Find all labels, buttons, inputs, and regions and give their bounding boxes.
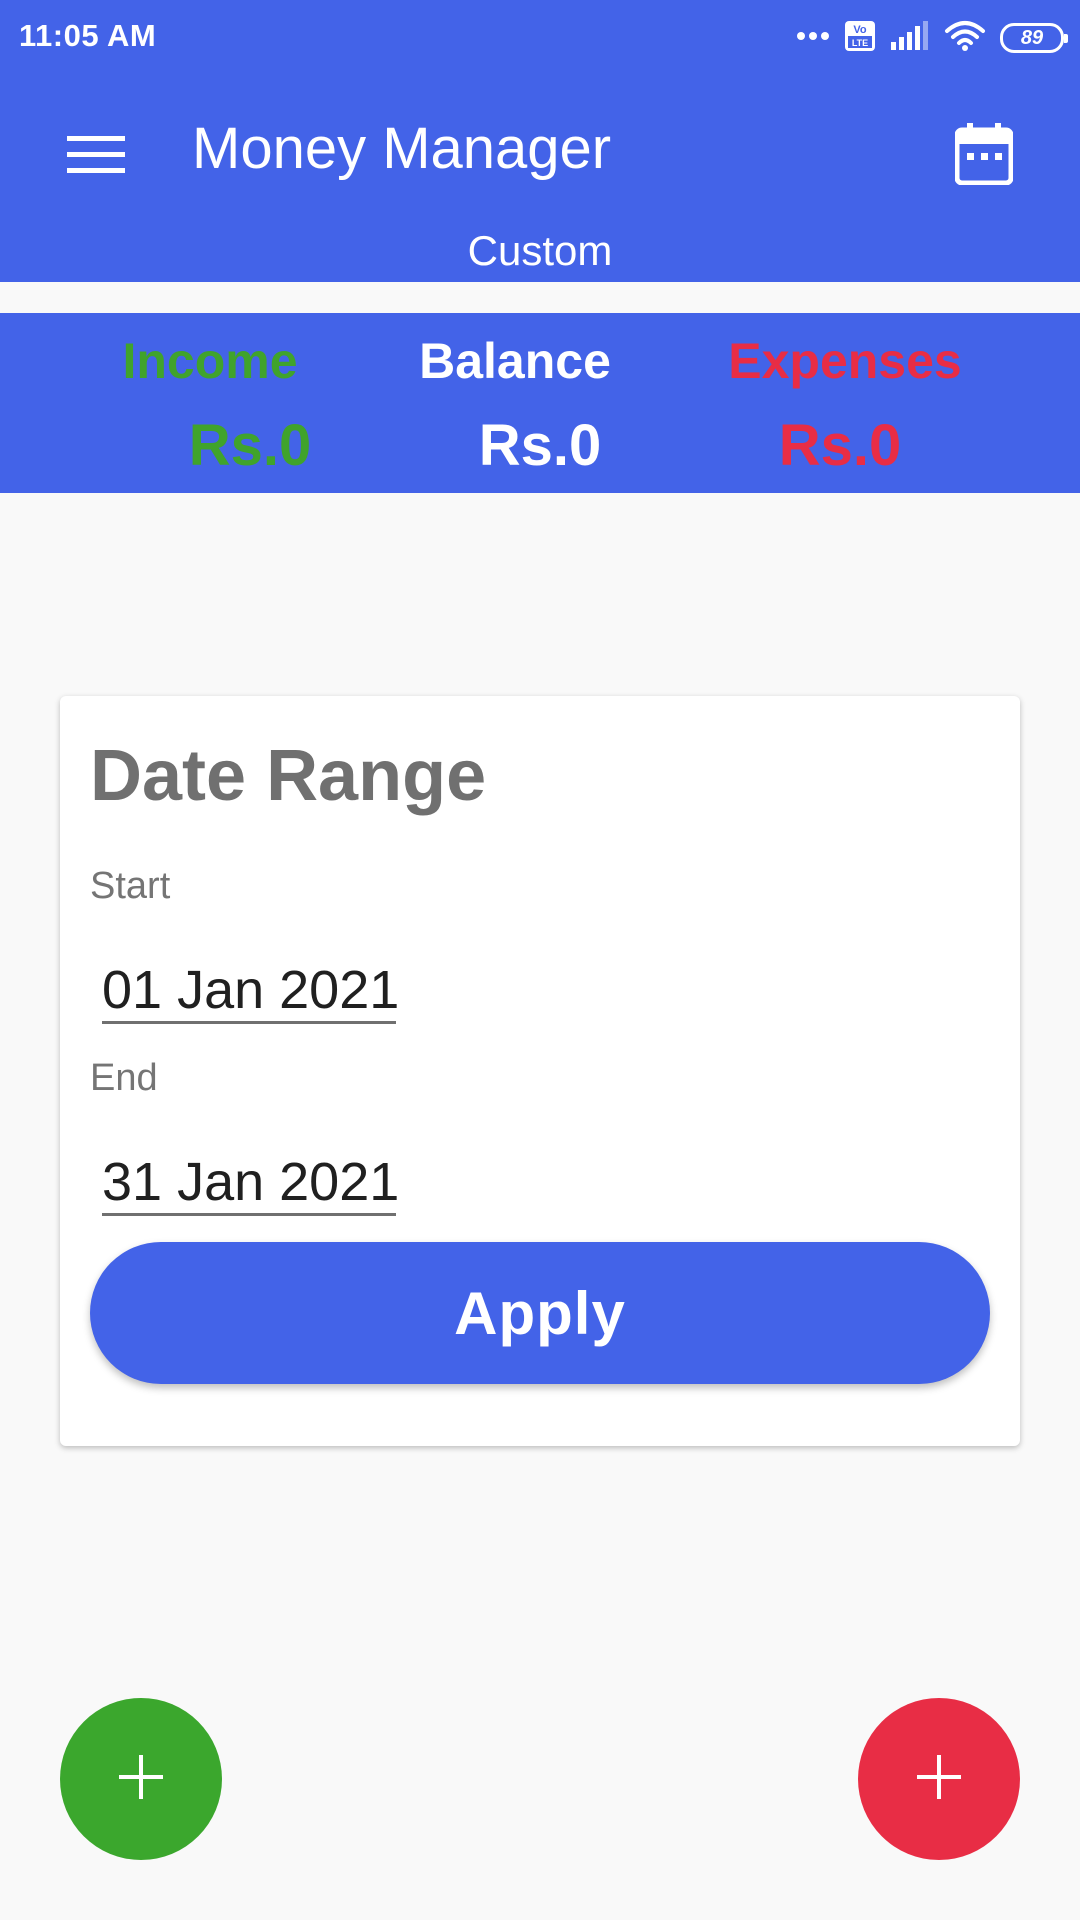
calendar-icon	[954, 122, 1014, 190]
expenses-value: Rs.0	[778, 413, 902, 478]
add-income-button[interactable]	[60, 1698, 222, 1860]
end-date-field[interactable]: 31 Jan 2021	[102, 1138, 400, 1216]
add-expense-button[interactable]	[858, 1698, 1020, 1860]
expenses-label: Expenses	[728, 333, 962, 389]
status-time: 11:05 AM	[19, 18, 157, 53]
status-icons: Vo LTE 89	[796, 18, 1068, 58]
balance-value: Rs.0	[478, 413, 602, 478]
app-title: Money Manager	[192, 116, 612, 181]
end-label: End	[90, 1057, 158, 1099]
apply-button-label: Apply	[454, 1279, 626, 1347]
apply-button[interactable]: Apply	[90, 1242, 990, 1384]
status-bar: 11:05 AM Vo LTE 89	[0, 0, 1080, 74]
end-date-value: 31 Jan 2021	[102, 1152, 400, 1212]
menu-button[interactable]	[58, 118, 134, 194]
date-range-card: Date Range Start 01 Jan 2021 End 31 Jan …	[60, 696, 1020, 1446]
plus-icon	[917, 1754, 961, 1804]
income-value: Rs.0	[188, 413, 312, 478]
start-date-value: 01 Jan 2021	[102, 960, 400, 1020]
period-label: Custom	[467, 227, 613, 274]
app-bar: Money Manager Custom	[0, 74, 1080, 282]
battery-icon: 89	[1000, 23, 1068, 53]
svg-text:Vo: Vo	[853, 24, 867, 36]
summary-bar: Income Rs.0 Balance Rs.0 Expenses Rs.0	[0, 313, 1080, 493]
card-title: Date Range	[90, 736, 487, 816]
volte-icon: Vo LTE	[844, 20, 876, 57]
wifi-icon	[944, 19, 986, 58]
svg-text:LTE: LTE	[852, 38, 868, 48]
balance-label: Balance	[419, 333, 611, 389]
plus-icon	[119, 1754, 163, 1804]
more-dots-icon	[796, 29, 830, 47]
start-label: Start	[90, 865, 171, 907]
calendar-button[interactable]	[940, 112, 1028, 200]
start-date-field[interactable]: 01 Jan 2021	[102, 946, 400, 1024]
battery-level: 89	[1020, 26, 1044, 49]
hamburger-menu-icon	[67, 134, 125, 179]
signal-icon	[890, 20, 930, 57]
income-label: Income	[122, 333, 298, 389]
